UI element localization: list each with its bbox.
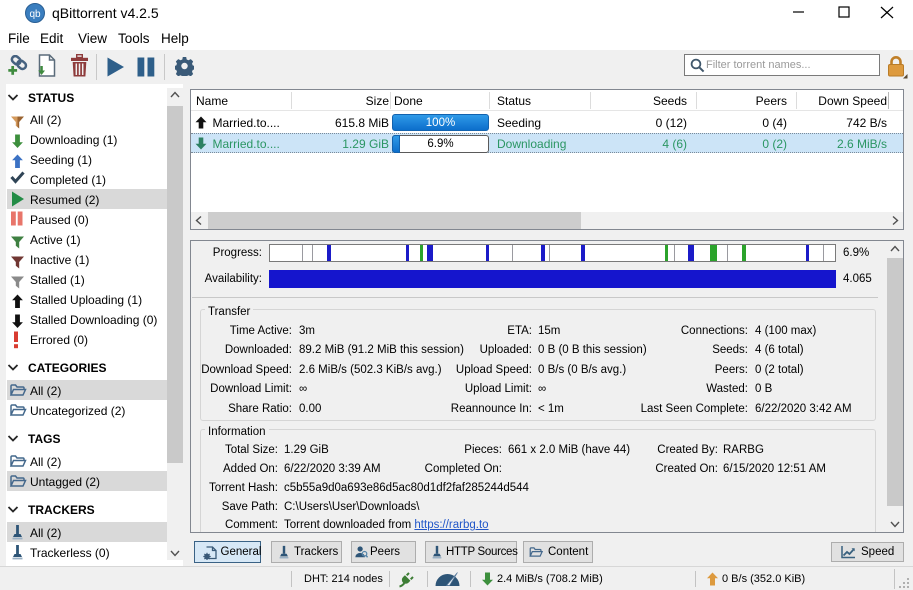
svg-text:qb: qb bbox=[29, 9, 41, 20]
